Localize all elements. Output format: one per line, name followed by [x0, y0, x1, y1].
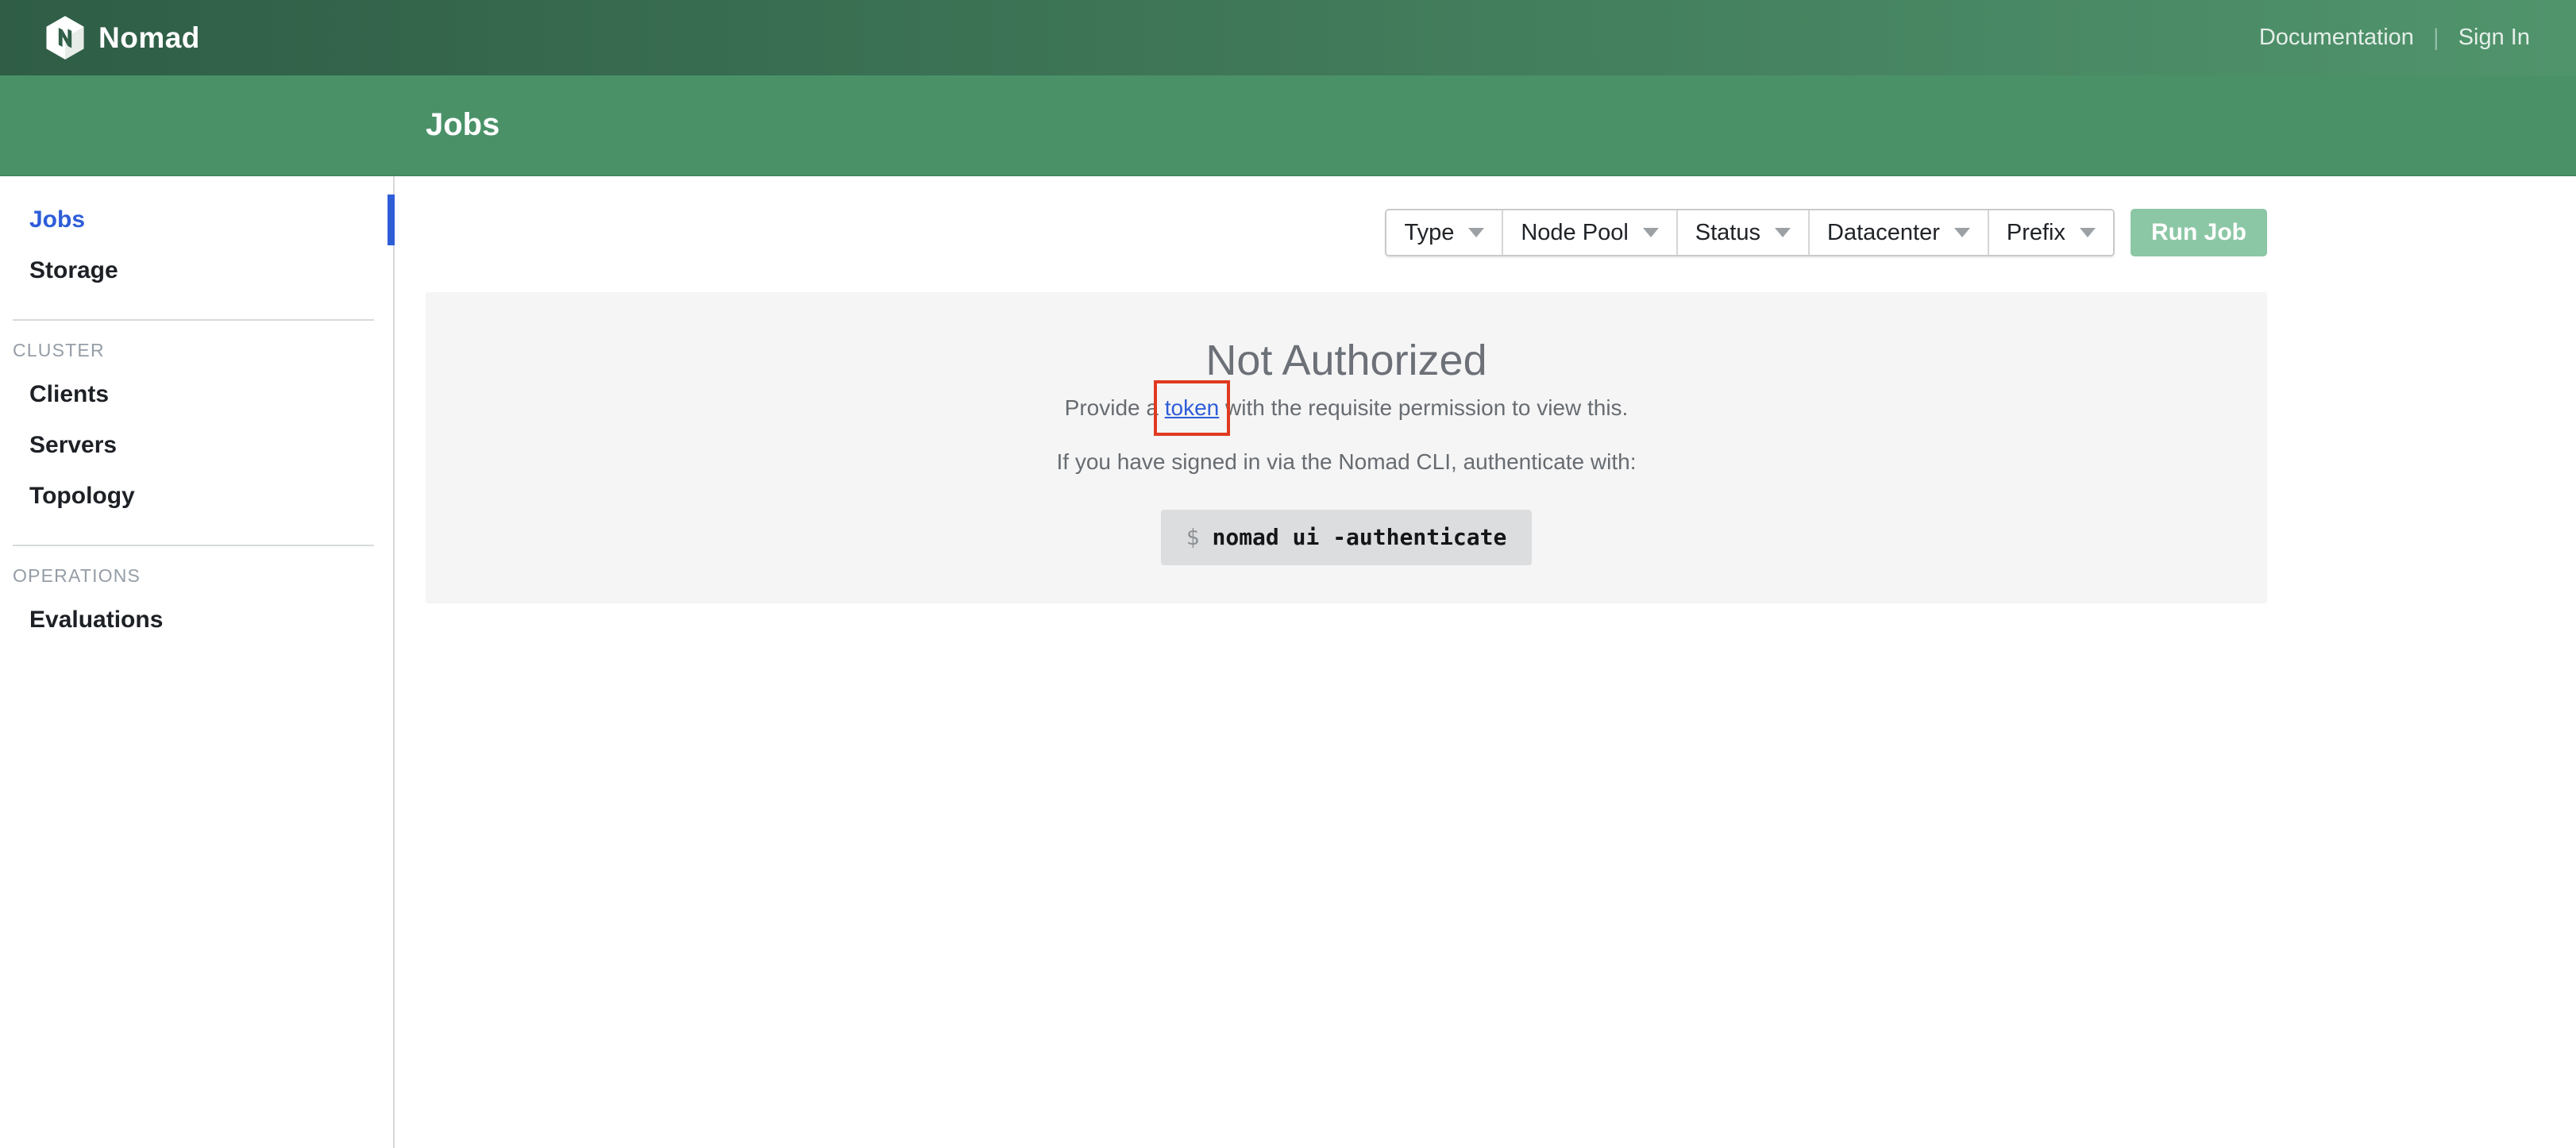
- main-content: Type Node Pool Status Datacenter Prefix: [395, 176, 2576, 1148]
- sidebar-item-label: Jobs: [29, 206, 85, 233]
- sidebar: Jobs Storage CLUSTER Clients Servers Top…: [0, 176, 395, 1148]
- filter-prefix-dropdown[interactable]: Prefix: [1989, 210, 2113, 255]
- sidebar-item-jobs[interactable]: Jobs: [0, 195, 393, 245]
- chevron-down-icon: [1643, 228, 1659, 237]
- sidebar-divider: [13, 545, 374, 546]
- filter-label: Type: [1404, 220, 1454, 246]
- nomad-cube-icon: [46, 16, 84, 60]
- sidebar-section-cluster: CLUSTER: [0, 340, 393, 361]
- message-prefix: Provide a: [1065, 395, 1165, 420]
- sidebar-item-servers[interactable]: Servers: [0, 420, 393, 471]
- sidebar-item-label: Evaluations: [29, 607, 163, 634]
- filter-status-dropdown[interactable]: Status: [1678, 210, 1810, 255]
- brand-name: Nomad: [98, 21, 200, 55]
- active-indicator: [388, 195, 395, 245]
- filter-datacenter-dropdown[interactable]: Datacenter: [1810, 210, 1989, 255]
- filter-type-dropdown[interactable]: Type: [1386, 210, 1503, 255]
- token-link[interactable]: token: [1165, 395, 1220, 420]
- sidebar-item-storage[interactable]: Storage: [0, 245, 393, 296]
- sidebar-item-label: Servers: [29, 432, 117, 459]
- sidebar-item-evaluations[interactable]: Evaluations: [0, 595, 393, 645]
- token-link-wrap: token: [1165, 391, 1220, 426]
- sidebar-item-topology[interactable]: Topology: [0, 471, 393, 522]
- run-job-button[interactable]: Run Job: [2131, 209, 2267, 256]
- filter-node-pool-dropdown[interactable]: Node Pool: [1503, 210, 1677, 255]
- message-suffix: with the requisite permission to view th…: [1219, 395, 1628, 420]
- not-authorized-title: Not Authorized: [426, 330, 2267, 391]
- authenticate-code-block: $ nomad ui -authenticate: [1161, 510, 1533, 565]
- filter-label: Prefix: [2007, 220, 2065, 246]
- sidebar-item-label: Clients: [29, 381, 109, 408]
- sidebar-divider: [13, 319, 374, 321]
- sign-in-link[interactable]: Sign In: [2458, 25, 2530, 51]
- token-message: Provide a token with the requisite permi…: [426, 391, 2267, 426]
- chevron-down-icon: [1775, 228, 1791, 237]
- filter-label: Node Pool: [1521, 220, 1628, 246]
- filter-dropdown-group: Type Node Pool Status Datacenter Prefix: [1385, 209, 2115, 256]
- topbar-separator: |: [2433, 25, 2439, 52]
- topbar-links: Documentation | Sign In: [2259, 25, 2530, 52]
- sidebar-section-operations: OPERATIONS: [0, 565, 393, 587]
- sidebar-item-clients[interactable]: Clients: [0, 369, 393, 420]
- code-prompt: $: [1186, 522, 1200, 553]
- not-authorized-panel: Not Authorized Provide a token with the …: [426, 292, 2267, 603]
- body: Jobs Storage CLUSTER Clients Servers Top…: [0, 176, 2576, 1148]
- page-title: Jobs: [426, 107, 499, 143]
- nomad-brand-link[interactable]: Nomad: [46, 16, 200, 60]
- chevron-down-icon: [1954, 228, 1970, 237]
- topbar: Nomad Documentation | Sign In: [0, 0, 2576, 75]
- filter-label: Datacenter: [1827, 220, 1940, 246]
- cli-message: If you have signed in via the Nomad CLI,…: [426, 445, 2267, 480]
- subheader: Jobs: [0, 75, 2576, 176]
- jobs-toolbar: Type Node Pool Status Datacenter Prefix: [1385, 209, 2267, 256]
- chevron-down-icon: [2080, 228, 2096, 237]
- documentation-link[interactable]: Documentation: [2259, 25, 2414, 51]
- chevron-down-icon: [1468, 228, 1484, 237]
- filter-label: Status: [1695, 220, 1760, 246]
- code-command: nomad ui -authenticate: [1212, 522, 1506, 553]
- sidebar-item-label: Topology: [29, 483, 135, 510]
- sidebar-item-label: Storage: [29, 257, 118, 284]
